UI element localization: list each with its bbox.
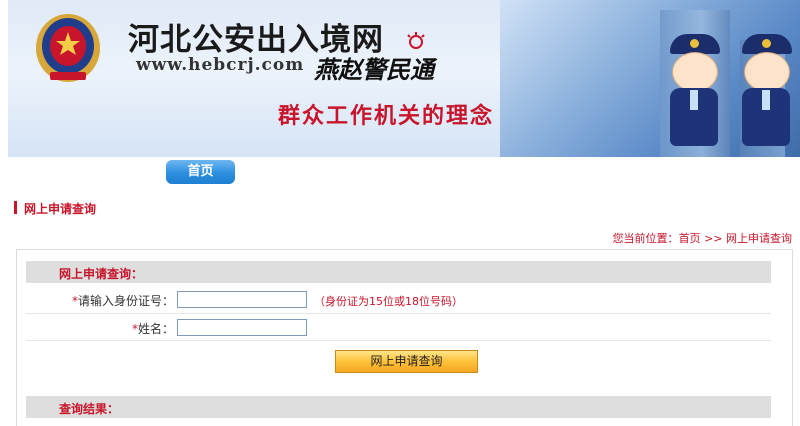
name-label: *姓名：	[131, 322, 174, 336]
site-banner: 河北公安出入境网 www.hebcrj.com 燕赵警民通 群众工作机关的理念	[8, 0, 800, 157]
site-url: www.hebcrj.com	[136, 55, 305, 75]
form-heading: 网上申请查询：	[59, 267, 144, 281]
police-mascot-icon	[736, 34, 796, 154]
id-number-hint: （身份证为15位或18位号码）	[314, 295, 463, 308]
breadcrumb-home-link[interactable]: 首页	[679, 232, 701, 245]
police-mascot-icon	[664, 34, 724, 154]
submit-query-button[interactable]: 网上申请查询	[335, 350, 478, 373]
section-marker	[14, 201, 17, 214]
breadcrumb-prefix: 您当前位置：	[612, 232, 679, 245]
id-number-input[interactable]	[177, 291, 307, 308]
bell-icon	[407, 32, 425, 49]
section-title: 网上申请查询	[24, 202, 97, 216]
nav-home-button[interactable]: 首页	[166, 160, 235, 184]
breadcrumb: 您当前位置：首页 >> 网上申请查询	[613, 230, 792, 246]
police-emblem-icon	[36, 14, 100, 82]
breadcrumb-current: 网上申请查询	[726, 232, 792, 245]
row-divider	[26, 313, 771, 314]
brand-name: 燕赵警民通	[314, 55, 434, 84]
results-heading: 查询结果：	[59, 402, 120, 416]
name-input[interactable]	[177, 319, 307, 336]
id-number-label: *请输入身份证号：	[71, 294, 174, 308]
row-divider	[26, 340, 771, 341]
breadcrumb-separator: >>	[704, 232, 723, 245]
slogan: 群众工作机关的理念	[278, 104, 495, 129]
results-header	[26, 396, 771, 418]
